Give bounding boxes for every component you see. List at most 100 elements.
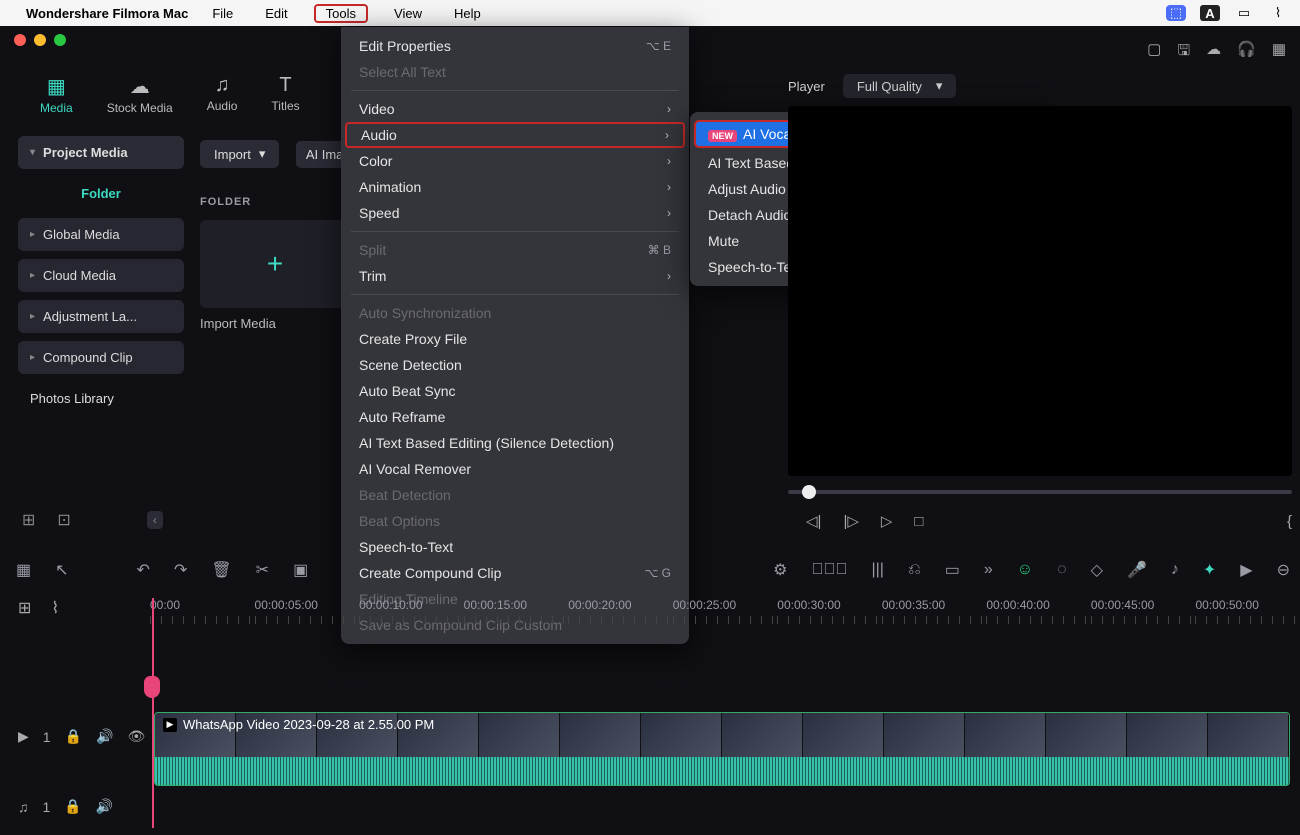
audio-tool-icon[interactable]: ||| bbox=[871, 561, 883, 579]
sidebar-item-compound-clip[interactable]: ▸Compound Clip bbox=[18, 341, 184, 374]
wifi-icon[interactable]: ⌇ bbox=[1268, 5, 1288, 21]
link-icon[interactable]: ⌇ bbox=[51, 598, 59, 618]
video-preview[interactable] bbox=[788, 106, 1292, 476]
timeline-ruler[interactable]: 00:0000:00:05:0000:00:10:0000:00:15:0000… bbox=[150, 598, 1300, 612]
lock-icon[interactable]: 🔒 bbox=[65, 728, 82, 745]
play-button[interactable]: ▷ bbox=[881, 512, 893, 530]
player-progress[interactable] bbox=[788, 490, 1292, 494]
add-track-icon[interactable]: ⊞ bbox=[18, 598, 31, 618]
mute-icon[interactable]: 🔊 bbox=[96, 728, 113, 745]
appstore-icon[interactable]: ⬚ bbox=[1166, 5, 1186, 21]
mute-icon[interactable]: 🔊 bbox=[96, 798, 113, 815]
menu-edit[interactable]: Edit bbox=[259, 4, 293, 23]
undo-icon[interactable]: ↶ bbox=[137, 560, 150, 580]
crop-icon[interactable]: ▣ bbox=[293, 560, 308, 580]
keyframe-icon[interactable]: ✦ bbox=[1203, 560, 1216, 580]
menu-item-trim[interactable]: Trim› bbox=[341, 263, 689, 289]
sidebar-item-folder[interactable]: Folder bbox=[18, 177, 184, 210]
menu-tools[interactable]: Tools bbox=[314, 4, 368, 23]
menu-file[interactable]: File bbox=[206, 4, 239, 23]
mic-icon[interactable]: 🎤 bbox=[1127, 560, 1147, 580]
ruler-tick: 00:00:50:00 bbox=[1195, 598, 1300, 612]
menu-item-animation[interactable]: Animation › bbox=[341, 174, 689, 200]
more-icon[interactable]: » bbox=[984, 561, 993, 579]
mixer-icon[interactable]: ⚙ bbox=[773, 560, 787, 580]
menu-item-ai-text-based-editing-silence-detection-[interactable]: AI Text Based Editing (Silence Detection… bbox=[341, 430, 689, 456]
new-folder-icon[interactable]: ⊞ bbox=[22, 510, 35, 530]
collapse-sidebar-button[interactable]: ‹ bbox=[147, 511, 163, 529]
menu-item-speech-to-text[interactable]: Speech-to-Text bbox=[341, 534, 689, 560]
new-bin-icon[interactable]: ⊡ bbox=[57, 510, 70, 530]
window-top-actions: ▢ 🖫 ☁ 🎧 ▦ bbox=[1147, 40, 1286, 65]
delete-icon[interactable]: 🗑 bbox=[211, 560, 231, 580]
display-icon[interactable]: ▢ bbox=[1147, 40, 1161, 65]
menu-help[interactable]: Help bbox=[448, 4, 487, 23]
select-tool-icon[interactable]: ↖ bbox=[55, 560, 68, 580]
menu-view[interactable]: View bbox=[388, 4, 428, 23]
ruler-tick: 00:00:05:00 bbox=[255, 598, 360, 612]
tab-titles[interactable]: TTitles bbox=[271, 74, 299, 115]
color-tool-icon[interactable]: ◌ bbox=[1057, 561, 1067, 579]
video-clip[interactable]: ▶ WhatsApp Video 2023-09-28 at 2.55.00 P… bbox=[154, 712, 1290, 786]
cloud-icon[interactable]: ☁ bbox=[1206, 40, 1221, 65]
player-panel: Player Full Quality▾ ◁| |▷ ▷ □ { bbox=[788, 74, 1292, 530]
settings-icon[interactable]: �ుు bbox=[811, 561, 847, 579]
expand-player-button[interactable]: { bbox=[1287, 513, 1292, 530]
support-icon[interactable]: 🎧 bbox=[1237, 40, 1256, 65]
effects-icon[interactable]: ⎌ bbox=[908, 561, 921, 579]
menu-item-ai-vocal-remover[interactable]: AI Vocal Remover bbox=[341, 456, 689, 482]
subtitle-icon[interactable]: ▭ bbox=[945, 560, 960, 580]
battery-icon[interactable]: ▭ bbox=[1234, 5, 1254, 21]
chevron-right-icon: › bbox=[667, 180, 671, 194]
menu-item-auto-beat-sync[interactable]: Auto Beat Sync bbox=[341, 378, 689, 404]
playhead-handle[interactable] bbox=[144, 676, 160, 698]
menu-item-audio[interactable]: Audio› bbox=[345, 122, 685, 148]
stop-button[interactable]: □ bbox=[914, 513, 923, 530]
quality-select[interactable]: Full Quality▾ bbox=[843, 74, 957, 98]
sidebar-item-adjustment-layer[interactable]: ▸Adjustment La... bbox=[18, 300, 184, 333]
layout-icon[interactable]: ▦ bbox=[16, 560, 31, 580]
menu-item-color[interactable]: Color› bbox=[341, 148, 689, 174]
progress-knob[interactable] bbox=[802, 485, 816, 499]
tab-audio[interactable]: ♫Audio bbox=[207, 74, 238, 115]
menu-item-edit-properties[interactable]: Edit Properties⌥ E bbox=[341, 33, 689, 59]
menu-item-speed[interactable]: Speed› bbox=[341, 200, 689, 226]
redo-icon[interactable]: ↷ bbox=[174, 560, 187, 580]
lock-icon[interactable]: 🔒 bbox=[64, 798, 81, 815]
marker-icon[interactable]: ◇ bbox=[1091, 560, 1103, 580]
save-icon[interactable]: 🖫 bbox=[1177, 40, 1190, 65]
input-source-icon[interactable]: A bbox=[1200, 5, 1220, 21]
render-icon[interactable]: ▶ bbox=[1240, 560, 1252, 580]
prev-frame-button[interactable]: ◁| bbox=[806, 512, 821, 530]
tab-media[interactable]: ▦Media bbox=[40, 74, 73, 115]
sidebar-item-label: Folder bbox=[81, 186, 121, 201]
sidebar-item-project-media[interactable]: ▾Project Media bbox=[18, 136, 184, 169]
sidebar-item-label: Cloud Media bbox=[43, 268, 116, 283]
menu-item-scene-detection[interactable]: Scene Detection bbox=[341, 352, 689, 378]
ruler-tick: 00:00:25:00 bbox=[673, 598, 778, 612]
menu-item-auto-reframe[interactable]: Auto Reframe bbox=[341, 404, 689, 430]
chevron-right-icon: › bbox=[667, 269, 671, 283]
menu-item-video[interactable]: Video› bbox=[341, 96, 689, 122]
zoom-out-icon[interactable]: ⊖ bbox=[1277, 560, 1290, 580]
import-button[interactable]: Import▾ bbox=[200, 140, 279, 168]
menu-item-label: Animation bbox=[359, 179, 421, 195]
ruler-tick: 00:00:45:00 bbox=[1091, 598, 1196, 612]
menu-item-label: Beat Detection bbox=[359, 487, 451, 503]
sidebar-item-global-media[interactable]: ▸Global Media bbox=[18, 218, 184, 251]
music-icon[interactable]: ♪ bbox=[1171, 561, 1179, 579]
sidebar-item-cloud-media[interactable]: ▸Cloud Media bbox=[18, 259, 184, 292]
visibility-icon[interactable]: 👁 bbox=[127, 728, 145, 745]
cut-icon[interactable]: ✂ bbox=[256, 560, 269, 580]
quality-value: Full Quality bbox=[857, 79, 922, 94]
sidebar-item-photos-library[interactable]: Photos Library bbox=[18, 382, 184, 415]
import-media-tile[interactable]: + bbox=[200, 220, 350, 308]
menu-item-beat-detection: Beat Detection bbox=[341, 482, 689, 508]
tab-stock-media[interactable]: ☁Stock Media bbox=[107, 74, 173, 115]
next-frame-button[interactable]: |▷ bbox=[843, 512, 858, 530]
audio-track-icon: ♫ bbox=[18, 799, 29, 815]
grid-icon[interactable]: ▦ bbox=[1272, 40, 1286, 65]
ai-face-icon[interactable]: ☺ bbox=[1017, 561, 1033, 579]
timeline-toolbar: ▦ ↖ ↶ ↷ 🗑 ✂ ▣ ⚙ �ుు ||| ⎌ ▭ » ☺ ◌ ◇ 🎤 ♪ … bbox=[16, 560, 1290, 580]
menu-item-create-proxy-file[interactable]: Create Proxy File bbox=[341, 326, 689, 352]
